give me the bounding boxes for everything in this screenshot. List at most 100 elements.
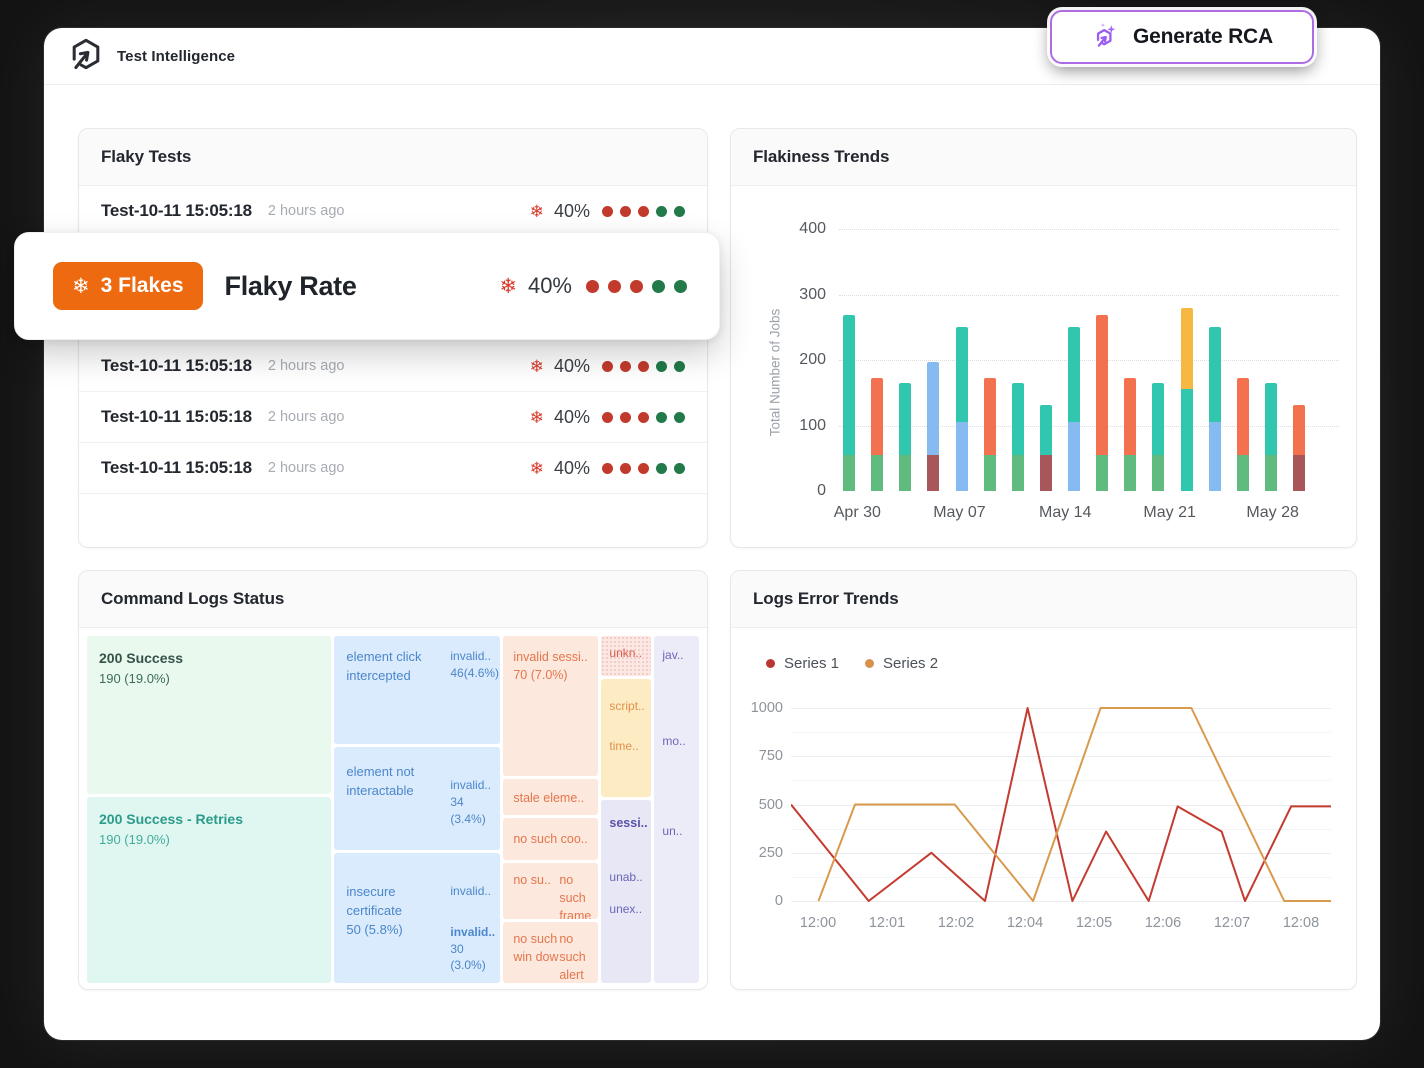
bar-segment-green — [871, 455, 883, 491]
treemap-cell-200-success[interactable]: 200 Success 190 (19.0%) — [87, 636, 331, 794]
test-rate-group: ❄40% — [530, 407, 685, 428]
x-tick-label: 12:07 — [1214, 915, 1250, 931]
trend-bar[interactable] — [1209, 327, 1221, 491]
legend-label: Series 1 — [784, 655, 839, 672]
bar-segment-maroon — [927, 455, 939, 491]
trend-bar[interactable] — [1181, 308, 1193, 491]
flakes-count-label: 3 Flakes — [101, 274, 184, 298]
run-result-dots — [602, 206, 685, 217]
bars-container — [843, 229, 1305, 491]
trend-bar[interactable] — [843, 315, 855, 491]
bar-segment-orange — [1096, 315, 1108, 455]
test-time-ago: 2 hours ago — [268, 203, 345, 219]
trend-bar[interactable] — [1265, 383, 1277, 491]
flaky-test-row[interactable]: Test-10-11 15:05:182 hours ago❄40% — [79, 392, 707, 443]
trend-bar[interactable] — [1237, 378, 1249, 491]
run-result-dot — [620, 206, 631, 217]
x-tick-label: May 07 — [933, 504, 985, 522]
bar-segment-orange — [1237, 378, 1249, 455]
flaky-rate-value: 40% — [528, 273, 572, 299]
flaky-test-row[interactable]: Test-10-11 15:05:182 hours ago❄40% — [79, 443, 707, 494]
bar-segment-maroon — [1040, 455, 1052, 491]
legend-item[interactable]: Series 2 — [865, 655, 938, 672]
sparkle-wand-icon — [1091, 20, 1121, 55]
treemap-value: 30 (3.0%) — [450, 941, 495, 975]
bar-segment-green — [1265, 455, 1277, 491]
brand-title: Test Intelligence — [117, 48, 235, 65]
treemap-cell-element-click[interactable]: element click intercepted invalid.. 46(4… — [334, 636, 500, 744]
y-tick-label: 500 — [738, 797, 783, 813]
bar-segment-blue — [956, 422, 968, 491]
treemap-cell-no-such-cookie[interactable]: no such coo.. — [503, 818, 598, 860]
test-name: Test-10-11 15:05:18 — [101, 201, 252, 221]
y-tick-label: 250 — [738, 845, 783, 861]
bar-segment-teal — [1152, 383, 1164, 455]
bar-segment-green — [984, 455, 996, 491]
y-tick-label: 300 — [771, 286, 826, 304]
treemap-col-misc: unkn.. script.. time.. sessi.. unab.. un… — [601, 636, 651, 983]
trend-bar[interactable] — [1096, 315, 1108, 491]
bar-segment-orange — [1124, 378, 1136, 455]
trend-bar[interactable] — [956, 327, 968, 491]
app-logo-icon — [68, 36, 104, 77]
flaky-rate-value-group: ❄ 40% — [499, 273, 687, 299]
trend-bar[interactable] — [1068, 327, 1080, 491]
y-tick-label: 400 — [771, 220, 826, 238]
treemap-label: invalid.. — [450, 883, 495, 900]
run-result-dot — [656, 206, 667, 217]
run-result-dot — [674, 463, 685, 474]
flaky-test-row[interactable]: Test-10-11 15:05:182 hours ago❄40% — [79, 341, 707, 392]
generate-rca-label: Generate RCA — [1133, 25, 1273, 49]
x-tick-label: 12:01 — [869, 915, 905, 931]
flakiness-trends-title: Flakiness Trends — [753, 147, 889, 167]
bar-segment-teal — [1068, 327, 1080, 422]
treemap-cell-invalid-session[interactable]: invalid sessi.. 70 (7.0%) — [503, 636, 598, 776]
run-result-dot — [602, 412, 613, 423]
y-tick-label: 0 — [771, 482, 826, 500]
trend-bar[interactable] — [1040, 405, 1052, 491]
snowflake-icon: ❄ — [530, 460, 544, 477]
generate-rca-button[interactable]: Generate RCA — [1050, 10, 1314, 64]
legend-item[interactable]: Series 1 — [766, 655, 839, 672]
run-result-dots — [602, 463, 685, 474]
run-result-dot — [656, 361, 667, 372]
run-result-dot — [674, 361, 685, 372]
treemap-value: 34 (3.4%) — [450, 794, 491, 828]
treemap-cell-stale-element[interactable]: stale eleme.. — [503, 779, 598, 815]
run-result-dot — [630, 280, 643, 293]
run-result-dot — [638, 361, 649, 372]
treemap-cell-no-such-frame[interactable]: no su.. no such frame — [503, 863, 598, 919]
trend-bar[interactable] — [871, 378, 883, 491]
treemap-cell-javascript[interactable]: jav.. mo.. un.. — [654, 636, 699, 983]
treemap-cell-element-not-interactable[interactable]: element not interactable invalid.. 34 (3… — [334, 747, 500, 850]
trend-bar[interactable] — [927, 362, 939, 491]
x-tick-label: Apr 30 — [834, 504, 881, 522]
treemap-cell-script-timeout[interactable]: script.. time.. — [601, 679, 651, 797]
series-line-series-2[interactable] — [819, 708, 1332, 901]
bar-segment-teal — [1265, 383, 1277, 455]
trend-bar[interactable] — [984, 378, 996, 491]
treemap-cell-no-such-window[interactable]: no such win dow no such alert — [503, 922, 598, 983]
treemap-label: un.. — [662, 824, 697, 838]
trend-bar[interactable] — [1152, 383, 1164, 491]
treemap-cell-session[interactable]: sessi.. unab.. unex.. — [601, 800, 651, 983]
trend-bar[interactable] — [899, 383, 911, 491]
bar-segment-blue — [927, 362, 939, 455]
treemap-label: invalid.. — [450, 924, 495, 941]
run-result-dot — [620, 412, 631, 423]
bar-segment-teal — [1040, 405, 1052, 455]
trend-bar[interactable] — [1293, 405, 1305, 491]
test-rate-group: ❄40% — [530, 458, 685, 479]
treemap-cell-unknown[interactable]: unkn.. — [601, 636, 651, 676]
x-tick-label: May 21 — [1143, 504, 1195, 522]
treemap-cell-200-success-retries[interactable]: 200 Success - Retries 190 (19.0%) — [87, 797, 331, 983]
snowflake-icon: ❄ — [499, 276, 517, 297]
flaky-test-row[interactable]: Test-10-11 15:05:182 hours ago❄40% — [79, 186, 707, 237]
treemap-cell-insecure-certificate[interactable]: insecure certificate 50 (5.8%) invalid..… — [334, 853, 500, 983]
run-result-dot — [608, 280, 621, 293]
flakes-count-badge: ❄ 3 Flakes — [53, 262, 203, 310]
trend-bar[interactable] — [1124, 378, 1136, 491]
bar-segment-green — [1096, 455, 1108, 491]
trend-bar[interactable] — [1012, 383, 1024, 491]
treemap-label: element not interactable — [346, 763, 450, 827]
